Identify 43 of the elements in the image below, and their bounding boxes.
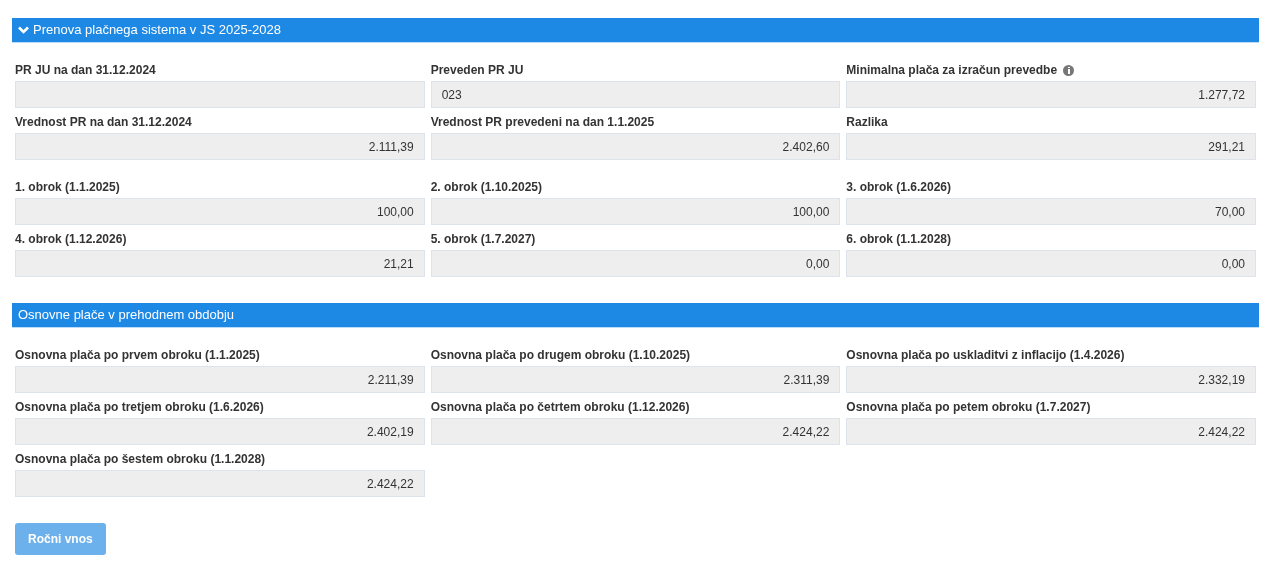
field-label: PR JU na dan 31.12.2024 [15,62,156,79]
field-label: Vrednost PR na dan 31.12.2024 [15,114,192,131]
input-field[interactable]: 2.402,19 [15,418,425,445]
input-field[interactable]: 2.311,39 [430,366,841,393]
field-label: Preveden PR JU [430,62,524,79]
input-field[interactable]: 2.424,22 [846,418,1256,445]
input-field[interactable]: 100,00 [430,198,841,225]
field-label: 3. obrok (1.6.2026) [846,179,952,196]
field-label: Razlika [846,114,888,131]
input-field[interactable]: 70,00 [846,198,1256,225]
field-label: 5. obrok (1.7.2027) [430,231,536,248]
field-label: 2. obrok (1.10.2025) [430,179,543,196]
input-field[interactable]: 1.277,72 [846,81,1256,108]
input-field[interactable]: 023 [430,81,841,108]
field-label: Osnovna plača po petem obroku (1.7.2027) [846,399,1091,416]
section-header[interactable]: Prenova plačnega sistema v JS 2025-2028 [12,18,1259,43]
input-field[interactable]: 2.332,19 [846,366,1256,393]
field-label: Osnovna plača po drugem obroku (1.10.2025) [430,347,691,364]
input-field[interactable]: 100,00 [15,198,425,225]
chevron-down-icon[interactable] [18,26,29,34]
input-field[interactable]: 2.424,22 [15,470,425,497]
input-field[interactable]: 2.211,39 [15,366,425,393]
input-field[interactable] [15,81,425,108]
field-label: 4. obrok (1.12.2026) [15,231,127,248]
field-label: Osnovna plača po četrtem obroku (1.12.2026) [430,399,690,416]
section-title: Osnovne plače v prehodnem obdobju [18,306,235,325]
input-field[interactable]: 2.402,60 [430,133,841,160]
input-field[interactable]: 2.111,39 [15,133,425,160]
field-label: Osnovna plača po šestem obroku (1.1.2028) [15,451,266,468]
input-field[interactable]: 0,00 [430,250,841,277]
field-label: 6. obrok (1.1.2028) [846,231,952,248]
input-field[interactable]: 0,00 [846,250,1256,277]
field-label: Osnovna plača po tretjem obroku (1.6.2026) [15,399,264,416]
section-title: Prenova plačnega sistema v JS 2025-2028 [33,21,281,40]
info-icon[interactable] [1063,64,1075,76]
input-field[interactable]: 291,21 [846,133,1256,160]
field-label: Minimalna plača za izračun prevedbe [846,62,1058,79]
field-label: Osnovna plača po uskladitvi z inflacijo (1.4.2026) [846,347,1125,364]
field-label: Vrednost PR prevedeni na dan 1.1.2025 [430,114,655,131]
input-field[interactable]: 21,21 [15,250,425,277]
field-label: Osnovna plača po prvem obroku (1.1.2025) [15,347,260,364]
field-label: 1. obrok (1.1.2025) [15,179,120,196]
input-field[interactable]: 2.424,22 [430,418,841,445]
